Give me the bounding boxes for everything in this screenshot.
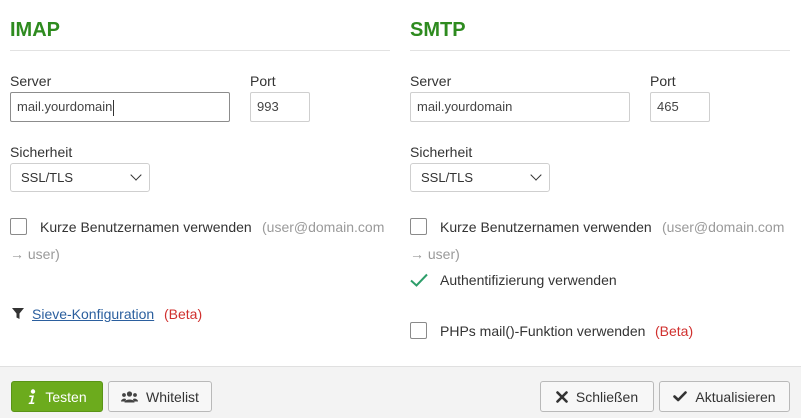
smtp-short-usernames-hint: (user@domain.com (662, 219, 785, 235)
sieve-config-link[interactable]: Sieve-Konfiguration (32, 306, 154, 322)
imap-title-divider (10, 50, 390, 51)
smtp-security-value: SSL/TLS (421, 170, 474, 185)
smtp-auth-label: Authentifizierung verwenden (440, 272, 617, 288)
imap-security-value: SSL/TLS (21, 170, 74, 185)
imap-server-input[interactable]: mail.yourdomain (10, 92, 230, 122)
imap-port-label: Port (250, 73, 276, 89)
chevron-down-icon (130, 169, 142, 181)
imap-security-label: Sicherheit (10, 144, 73, 160)
close-button[interactable]: Schließen (540, 381, 654, 412)
update-button-label: Aktualisieren (695, 388, 776, 405)
imap-security-select[interactable]: SSL/TLS (10, 163, 150, 192)
smtp-phpmail-beta-badge: (Beta) (655, 323, 694, 339)
smtp-auth-checkbox[interactable] (410, 273, 428, 287)
imap-short-usernames-hint-cont: → user) (10, 246, 60, 262)
text-cursor (113, 99, 115, 116)
imap-short-usernames-checkbox[interactable] (10, 218, 27, 235)
checkmark-icon (410, 273, 428, 287)
imap-server-label: Server (10, 73, 52, 89)
update-button[interactable]: Aktualisieren (659, 381, 790, 412)
dialog-footer: Testen Whitelist Schließen Aktualisieren (0, 366, 801, 418)
imap-short-usernames-hint: (user@domain.com (262, 219, 385, 235)
test-button-label: Testen (45, 388, 87, 405)
smtp-port-label: Port (650, 73, 676, 89)
whitelist-button-label: Whitelist (146, 388, 199, 405)
smtp-short-usernames-checkbox[interactable] (410, 218, 427, 235)
whitelist-button[interactable]: Whitelist (108, 381, 212, 412)
test-button[interactable]: Testen (11, 381, 103, 412)
smtp-short-usernames-label: Kurze Benutzernamen verwenden (440, 219, 652, 235)
checkmark-icon (673, 391, 688, 402)
chevron-down-icon (530, 169, 542, 181)
smtp-security-label: Sicherheit (410, 144, 473, 160)
smtp-title-divider (410, 50, 790, 51)
smtp-security-select[interactable]: SSL/TLS (410, 163, 550, 192)
filter-icon (11, 307, 24, 320)
smtp-title: SMTP (410, 19, 466, 41)
smtp-server-input[interactable]: mail.yourdomain (410, 92, 630, 122)
imap-title: IMAP (10, 19, 60, 41)
smtp-short-usernames-hint-cont: → user) (410, 246, 460, 262)
close-icon (556, 390, 568, 403)
users-icon (121, 390, 139, 403)
imap-short-usernames-label: Kurze Benutzernamen verwenden (40, 219, 252, 235)
smtp-phpmail-label: PHPs mail()-Funktion verwenden (440, 323, 646, 339)
info-icon (27, 388, 37, 405)
smtp-server-label: Server (410, 73, 452, 89)
close-button-label: Schließen (575, 388, 639, 405)
imap-port-input[interactable]: 993 (250, 92, 310, 122)
smtp-port-input[interactable]: 465 (650, 92, 710, 122)
imap-server-value: mail.yourdomain (17, 99, 113, 114)
sieve-beta-badge: (Beta) (164, 306, 203, 322)
smtp-phpmail-checkbox[interactable] (410, 322, 427, 339)
